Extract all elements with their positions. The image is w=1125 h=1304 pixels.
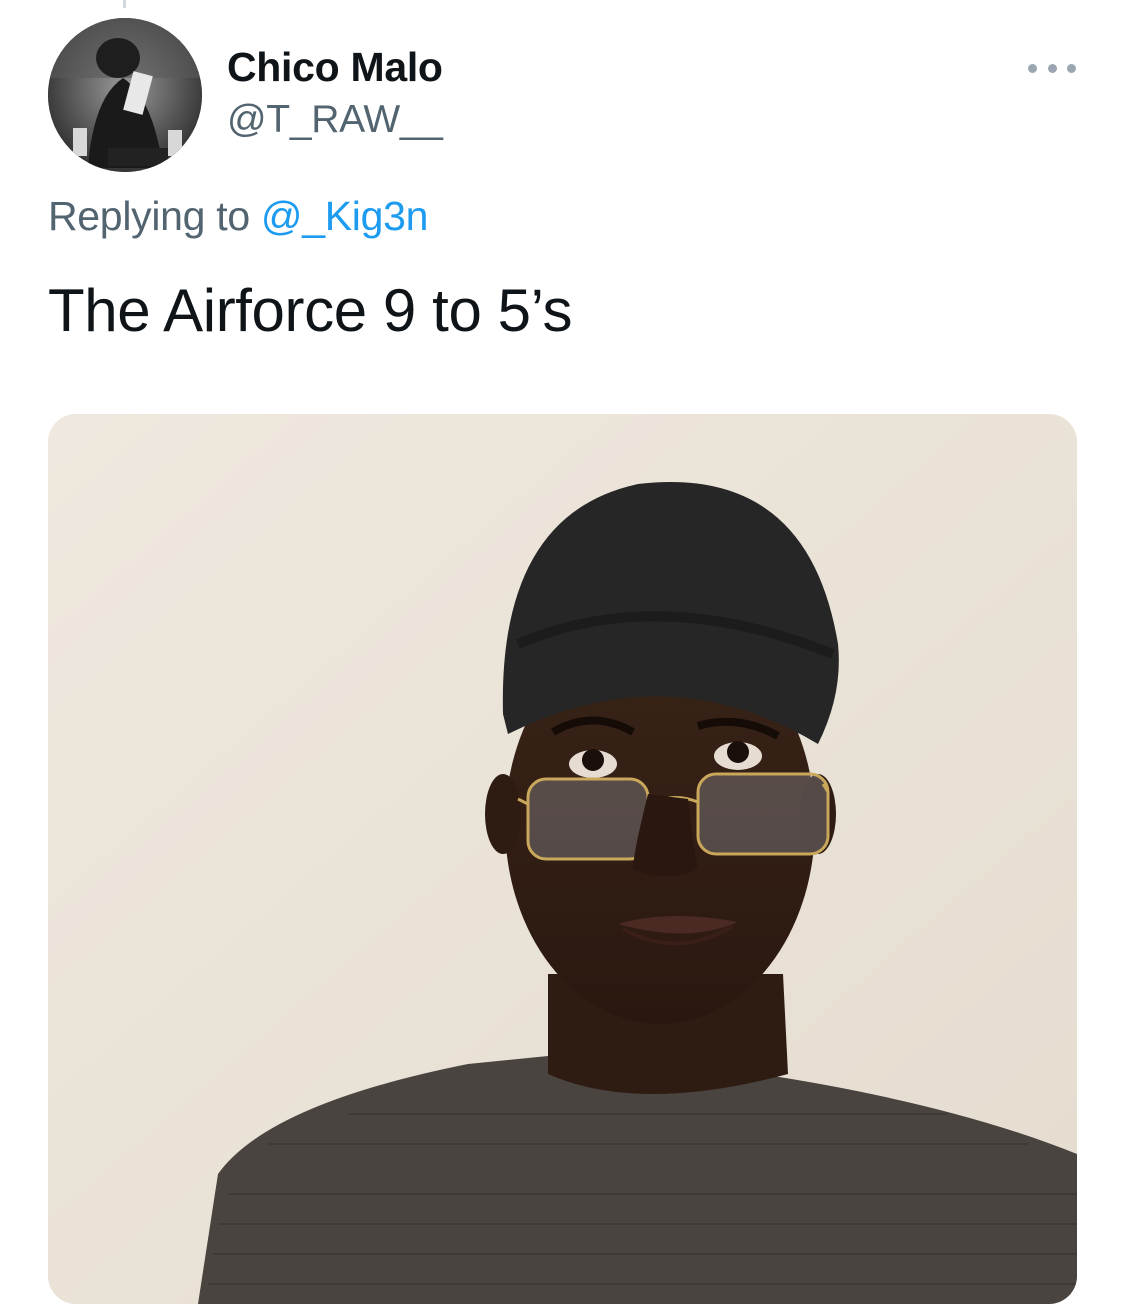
reply-mention-link[interactable]: @_Kig3n [261, 193, 428, 239]
author-handle[interactable]: @T_RAW__ [227, 98, 443, 142]
more-options-button[interactable] [1028, 56, 1076, 80]
more-dot-icon [1047, 63, 1057, 73]
tweet-text: The Airforce 9 to 5’s [48, 277, 573, 344]
thread-connector-line [123, 0, 126, 8]
reply-context-prefix: Replying to [48, 193, 250, 239]
author-display-name[interactable]: Chico Malo [227, 44, 443, 91]
tweet-photo[interactable] [48, 414, 1077, 1304]
more-dot-icon [1028, 63, 1037, 73]
avatar-photo [48, 18, 202, 172]
photo-illustration [48, 414, 1077, 1304]
more-dot-icon [1067, 63, 1076, 73]
reply-context: Replying to @_Kig3n [48, 193, 428, 240]
author-avatar[interactable] [48, 18, 202, 172]
